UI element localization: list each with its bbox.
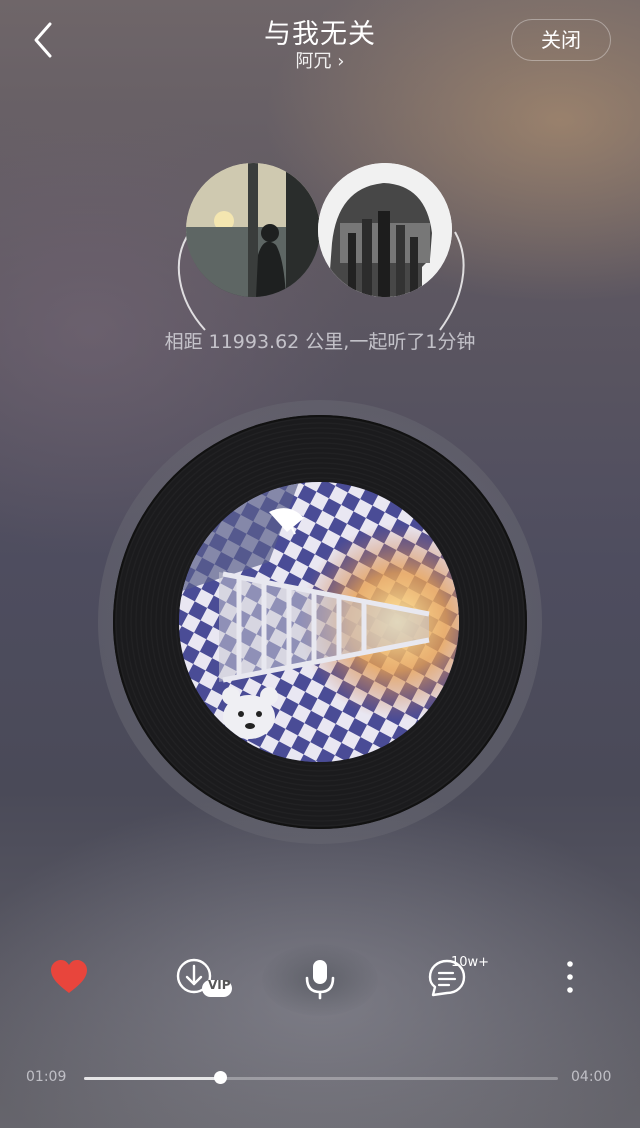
total-time: 04:00 bbox=[571, 1069, 612, 1085]
download-vip-icon bbox=[176, 958, 232, 997]
listener-avatar-left[interactable] bbox=[186, 163, 320, 297]
progress-thumb[interactable] bbox=[213, 1071, 227, 1084]
progress-fill bbox=[84, 1077, 221, 1080]
listener-avatar-right[interactable] bbox=[318, 163, 452, 297]
avatar-photo bbox=[318, 163, 452, 297]
more-icon bbox=[567, 961, 573, 993]
vip-badge: VIP bbox=[208, 978, 231, 992]
comment-count: 10w+ bbox=[451, 955, 490, 970]
heart-icon bbox=[51, 960, 87, 993]
voice-button[interactable] bbox=[290, 952, 350, 1006]
listen-together-text: 相距 11993.62 公里,一起听了1分钟 bbox=[164, 331, 476, 353]
avatar-photo bbox=[186, 163, 320, 297]
more-button[interactable] bbox=[550, 950, 590, 1004]
download-button[interactable]: VIP bbox=[170, 950, 236, 1004]
album-cover bbox=[179, 482, 459, 762]
album-art bbox=[179, 482, 459, 762]
current-time: 01:09 bbox=[26, 1069, 67, 1085]
like-button[interactable] bbox=[40, 950, 98, 1004]
mic-icon bbox=[305, 960, 335, 1000]
